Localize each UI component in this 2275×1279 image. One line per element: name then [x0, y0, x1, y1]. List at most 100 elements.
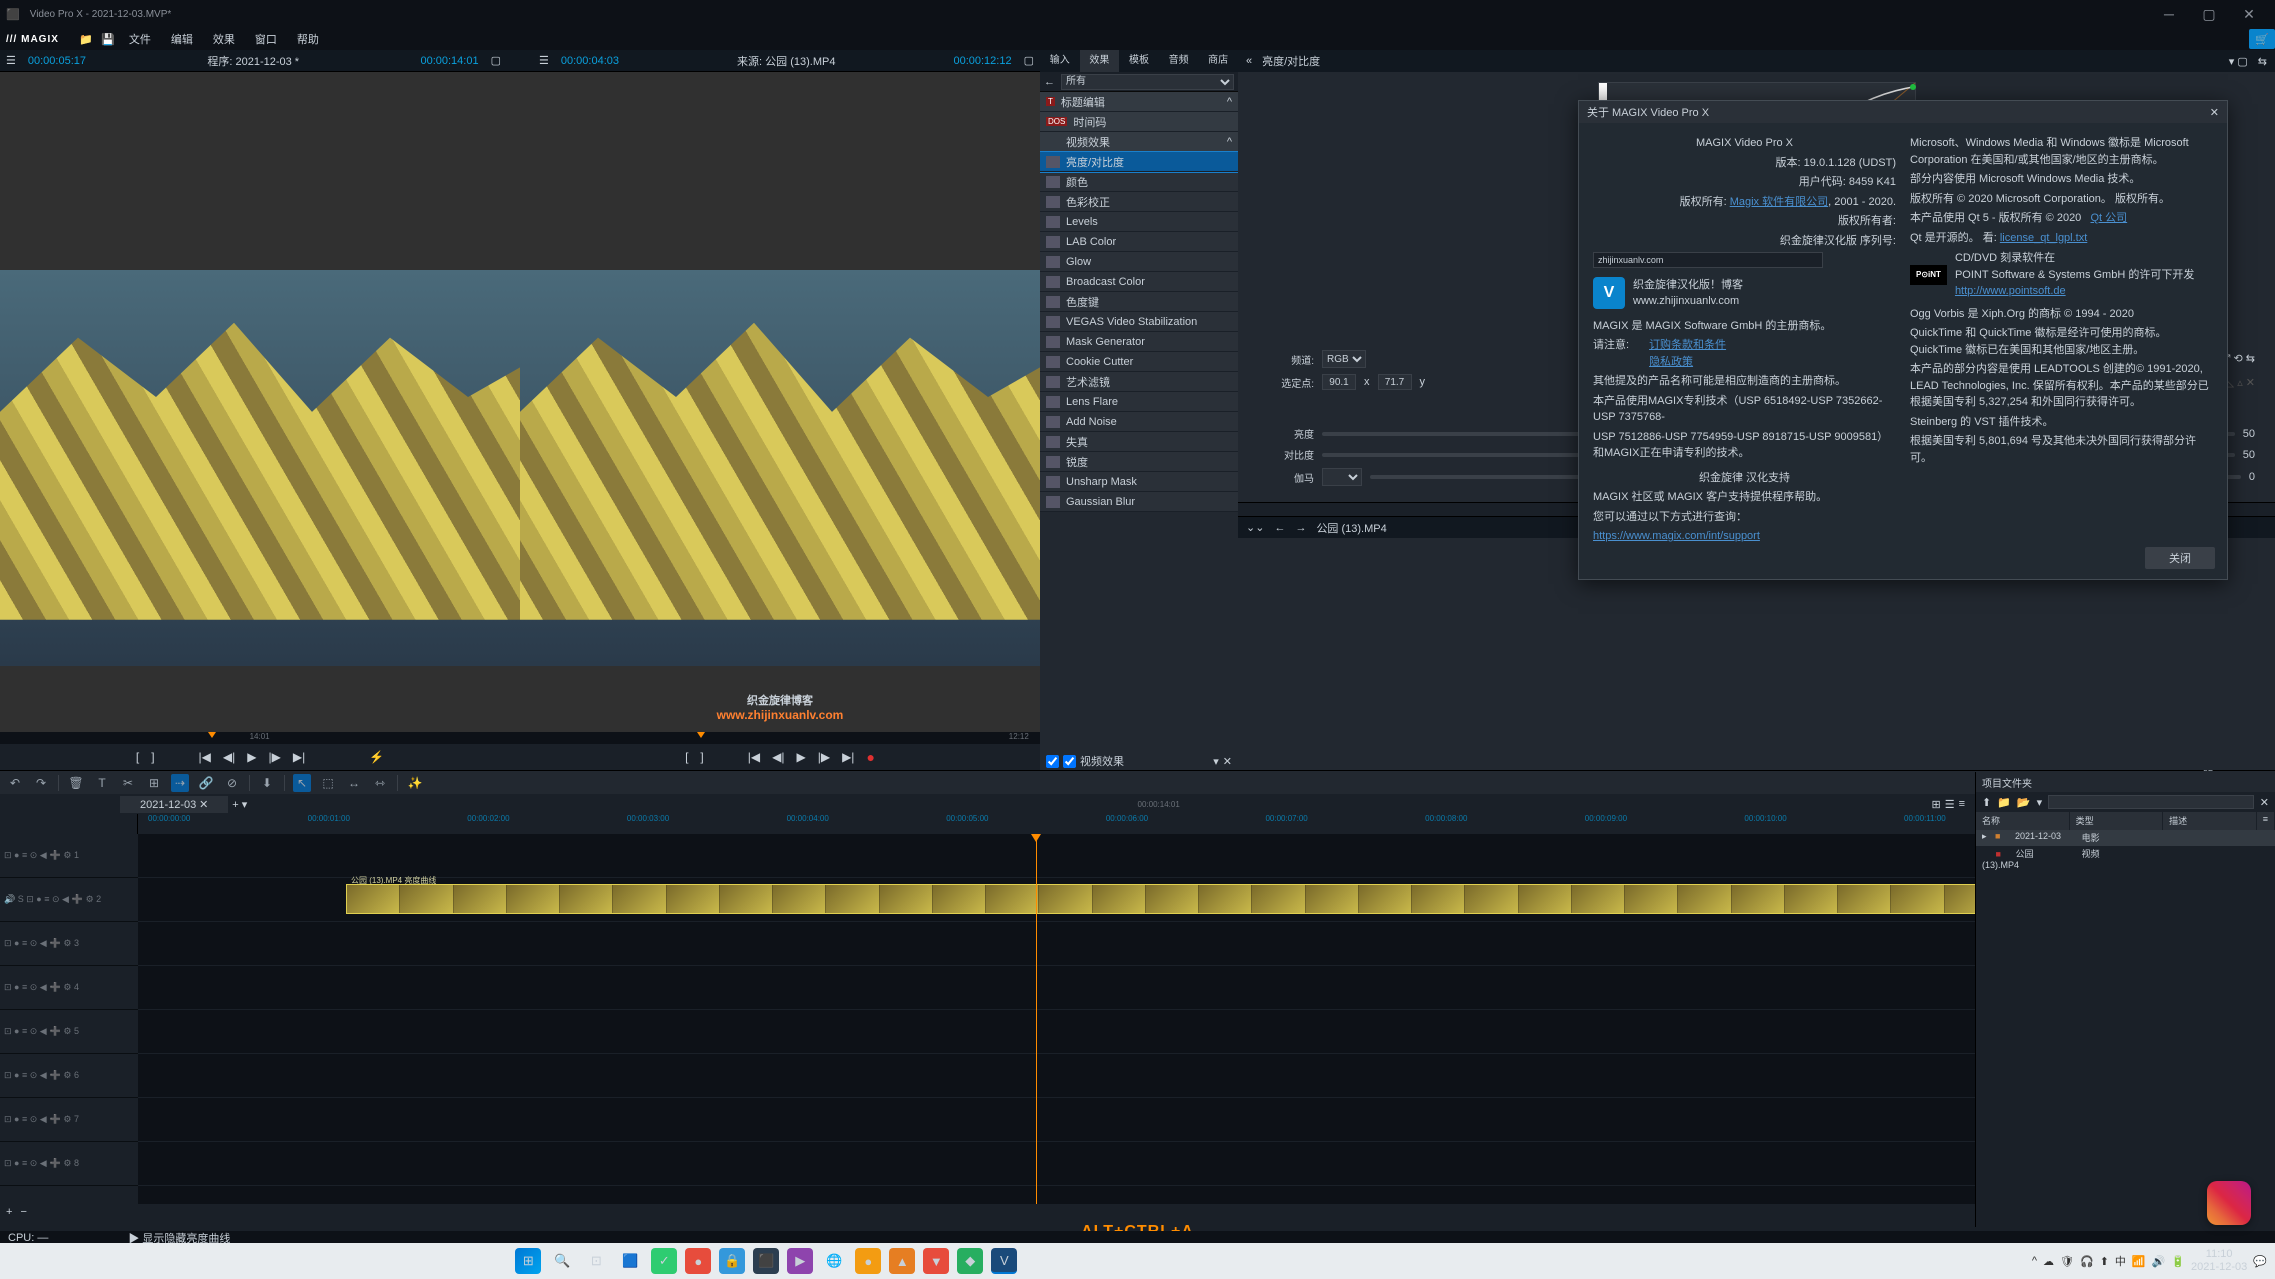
tab-import[interactable]: 输入: [1040, 50, 1080, 72]
marker-icon[interactable]: ⬇: [258, 776, 276, 790]
about-close-button[interactable]: 关闭: [2145, 547, 2215, 569]
media-row[interactable]: ▸ ■ 2021-12-03 电影: [1976, 830, 2275, 846]
source-ruler[interactable]: 12:12: [520, 732, 1040, 744]
effect-list[interactable]: T标题编辑^ DOS时间码 视频效果^ 亮度/对比度 颜色 色彩校正 Level…: [1040, 92, 1238, 752]
cut-icon[interactable]: ✂: [119, 776, 137, 790]
dropdown-icon[interactable]: ▾: [1213, 755, 1219, 768]
open-icon[interactable]: 📁: [77, 33, 95, 46]
record-icon[interactable]: ●: [866, 749, 874, 765]
tab-close-icon[interactable]: ✕: [199, 799, 208, 811]
redo-icon[interactable]: ↷: [32, 776, 50, 790]
menu-help[interactable]: 帮助: [289, 31, 327, 47]
effect-item[interactable]: Gaussian Blur: [1040, 492, 1238, 512]
mark-out-icon[interactable]: ]: [151, 750, 154, 764]
col-type[interactable]: 类型: [2070, 812, 2164, 830]
step-fwd-icon[interactable]: |▶: [268, 750, 280, 764]
close-icon[interactable]: ✕: [1223, 755, 1232, 768]
program-monitor[interactable]: [0, 72, 520, 732]
program-tc-out[interactable]: 00:00:14:01: [420, 55, 478, 67]
effect-item[interactable]: LAB Color: [1040, 232, 1238, 252]
compare-icon[interactable]: ⇆: [2258, 55, 2267, 68]
source-close-icon[interactable]: ▢: [1024, 54, 1034, 67]
qt-license-link[interactable]: license_qt_lgpl.txt: [2000, 232, 2087, 244]
view-compact-icon[interactable]: ≡: [1959, 798, 1965, 811]
media-row[interactable]: ■ 公园 (13).MP4 视频: [1976, 846, 2275, 862]
select-icon[interactable]: ⬚: [319, 776, 337, 790]
point-x[interactable]: [1322, 374, 1356, 390]
effect-item[interactable]: Glow: [1040, 252, 1238, 272]
ime-icon[interactable]: 中: [2115, 1253, 2126, 1269]
ripple-icon[interactable]: ⇢: [171, 774, 189, 792]
effect-item[interactable]: 色度键: [1040, 292, 1238, 312]
program-close-icon[interactable]: ▢: [491, 54, 501, 67]
app-icon[interactable]: ◆: [957, 1248, 983, 1274]
text-icon[interactable]: T: [93, 776, 111, 790]
taskview-icon[interactable]: ⊡: [583, 1248, 609, 1274]
import-icon[interactable]: ⬆: [1982, 796, 1991, 809]
magix-link[interactable]: Magix 软件有限公司: [1730, 196, 1828, 208]
source-tc-in[interactable]: 00:00:04:03: [561, 55, 619, 67]
store-button[interactable]: 🛒: [2249, 29, 2275, 49]
folder-icon[interactable]: 📁: [1997, 796, 2011, 809]
unlink-icon[interactable]: ⊘: [223, 776, 241, 790]
serial-input[interactable]: [1593, 252, 1823, 268]
close-icon[interactable]: ✕: [2260, 796, 2269, 809]
hamburger-icon[interactable]: ☰: [6, 54, 16, 67]
back-icon[interactable]: ←: [1274, 522, 1285, 534]
program-ruler[interactable]: 14:01: [0, 732, 520, 744]
effect-item[interactable]: Mask Generator: [1040, 332, 1238, 352]
videoprox-icon[interactable]: V: [991, 1248, 1017, 1274]
qt-link[interactable]: Qt 公司: [2090, 212, 2127, 224]
app-icon[interactable]: ⬛: [753, 1248, 779, 1274]
app-icon[interactable]: 🔒: [719, 1248, 745, 1274]
preset-icon[interactable]: ▾ ▢: [2229, 55, 2248, 68]
link-icon[interactable]: 🔗: [197, 776, 215, 790]
dropdown-icon[interactable]: ▾: [2037, 796, 2043, 809]
playhead[interactable]: [1036, 834, 1037, 1204]
start-icon[interactable]: ⊞: [515, 1248, 541, 1274]
mark-out-icon[interactable]: ]: [700, 750, 703, 764]
step-fwd-icon[interactable]: |▶: [818, 750, 830, 764]
terms-link[interactable]: 订购条款和条件: [1649, 339, 1726, 351]
wifi-icon[interactable]: 📶: [2132, 1255, 2146, 1268]
effect-item[interactable]: 色彩校正: [1040, 192, 1238, 212]
group-icon[interactable]: ⊞: [145, 776, 163, 790]
tray-chevron-icon[interactable]: ^: [2032, 1255, 2037, 1267]
collapse-icon[interactable]: ^: [1227, 96, 1232, 108]
app-icon[interactable]: ▼: [923, 1248, 949, 1274]
tab-audio[interactable]: 音频: [1159, 50, 1199, 72]
instagram-fab-icon[interactable]: [2207, 1181, 2251, 1225]
track-area[interactable]: 公园 (13).MP4 亮度曲线: [138, 834, 2275, 1204]
effect-item[interactable]: 颜色: [1040, 172, 1238, 192]
play-icon[interactable]: ▶: [247, 750, 256, 764]
point-y[interactable]: [1378, 374, 1412, 390]
path-toggle[interactable]: [1046, 755, 1059, 768]
menu-edit[interactable]: 编辑: [163, 31, 201, 47]
add-track-icon[interactable]: +: [6, 1206, 12, 1218]
step-back-icon[interactable]: ◀|: [223, 750, 235, 764]
widgets-icon[interactable]: 🟦: [617, 1248, 643, 1274]
media-search[interactable]: [2048, 795, 2254, 809]
app-icon[interactable]: ●: [855, 1248, 881, 1274]
path-toggle[interactable]: [1063, 755, 1076, 768]
trash-icon[interactable]: 🗑: [67, 776, 85, 790]
col-menu-icon[interactable]: ≡: [2257, 812, 2275, 830]
dialog-close-icon[interactable]: ✕: [2210, 106, 2219, 119]
remove-track-icon[interactable]: −: [20, 1206, 26, 1218]
go-end-icon[interactable]: ▶|: [842, 750, 854, 764]
source-monitor[interactable]: 织金旋律博客 www.zhijinxuanlv.com: [520, 72, 1040, 732]
privacy-link[interactable]: 隐私政策: [1649, 356, 1693, 368]
support-link[interactable]: https://www.magix.com/int/support: [1593, 530, 1760, 542]
menu-effects[interactable]: 效果: [205, 31, 243, 47]
track-header[interactable]: 🔊 S ⊡ ● ≡ ⊙ ◀➕ ⚙ 2: [0, 878, 138, 922]
fwd-icon[interactable]: →: [1295, 522, 1306, 534]
effect-item[interactable]: Levels: [1040, 212, 1238, 232]
effect-item[interactable]: Unsharp Mask: [1040, 472, 1238, 492]
effect-item[interactable]: Add Noise: [1040, 412, 1238, 432]
search-icon[interactable]: 🔍: [549, 1248, 575, 1274]
tab-store[interactable]: 商店: [1198, 50, 1238, 72]
tray-icon[interactable]: 🛡: [2060, 1255, 2074, 1268]
edge-icon[interactable]: 🌐: [821, 1248, 847, 1274]
channel-select[interactable]: RGB: [1322, 350, 1366, 368]
go-start-icon[interactable]: |◀: [199, 750, 211, 764]
